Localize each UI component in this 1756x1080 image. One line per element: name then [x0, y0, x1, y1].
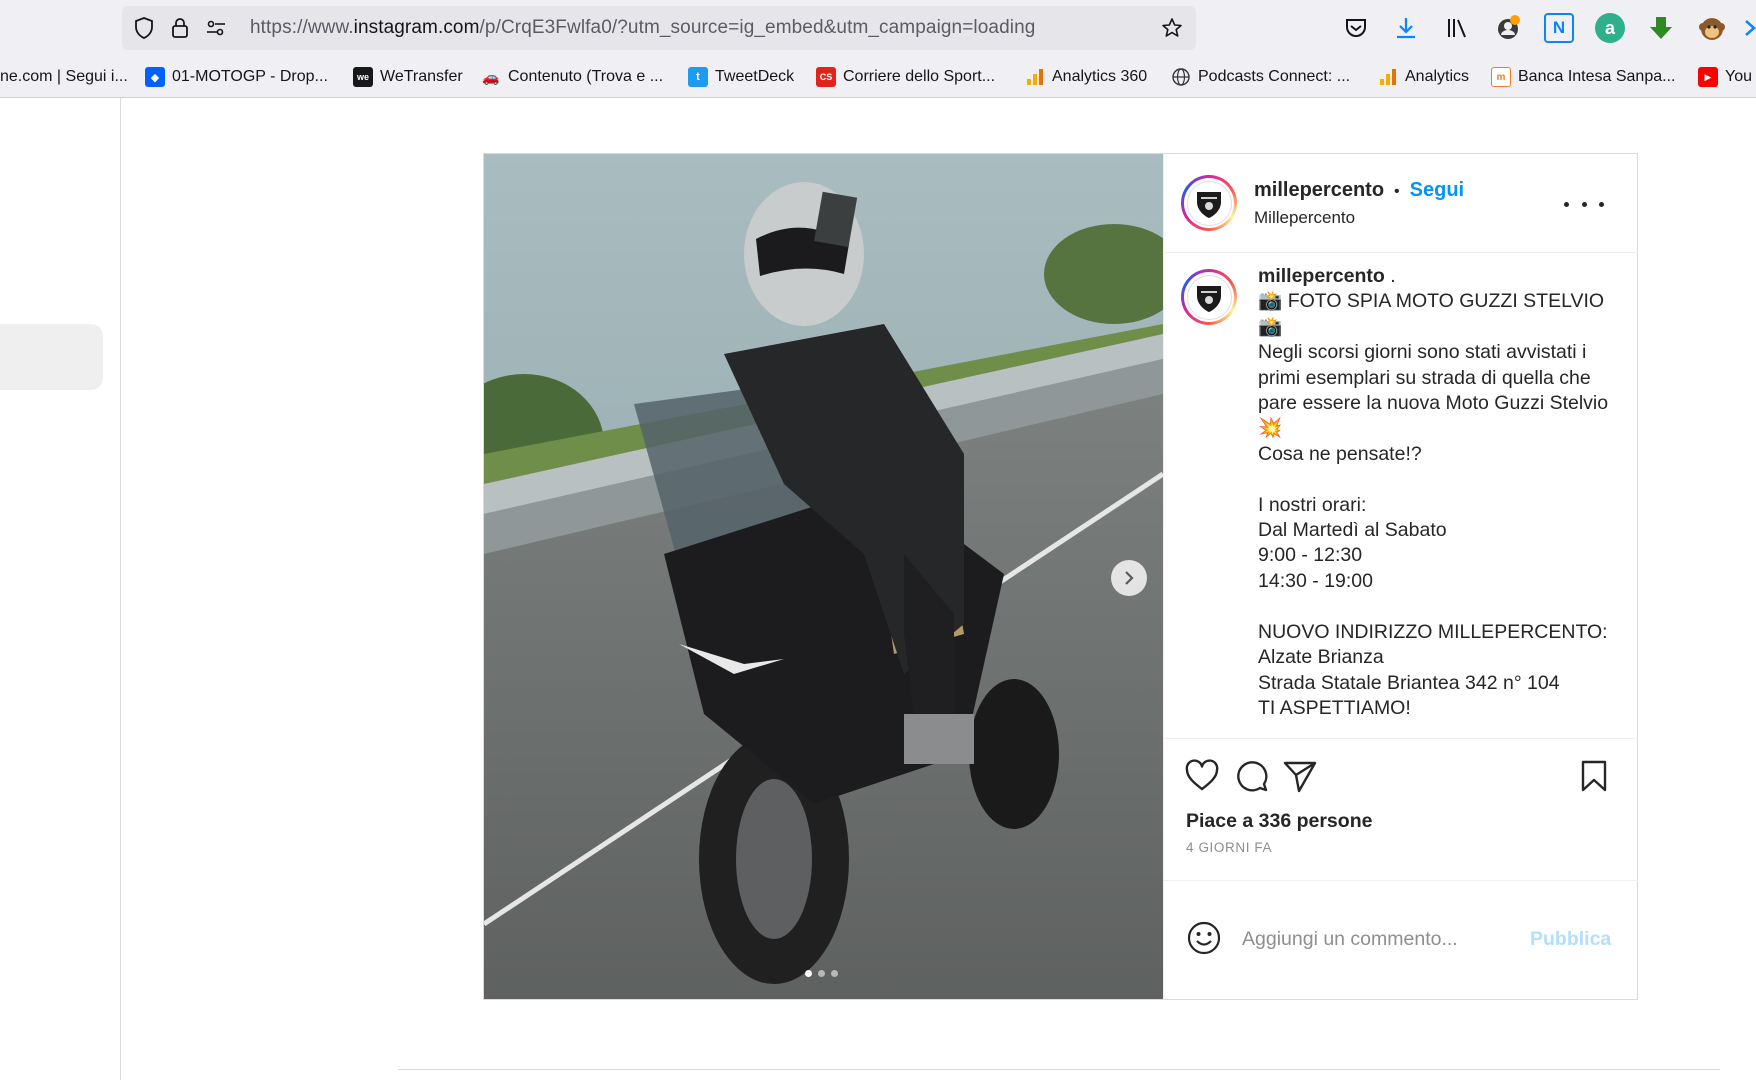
comment-input[interactable]	[1242, 922, 1512, 956]
bookmark-label: WeTransfer	[380, 68, 463, 85]
bookmark-item[interactable]: t TweetDeck	[688, 66, 794, 88]
carousel-dot	[818, 970, 825, 977]
post-side-panel: millepercento • Segui Millepercento mill…	[1163, 154, 1638, 999]
monkey-extension-icon[interactable]	[1697, 13, 1727, 43]
sidebar-placeholder[interactable]	[0, 324, 103, 390]
bookmark-item[interactable]: Podcasts Connect: ...	[1171, 66, 1350, 88]
bookmark-label: Corriere dello Sport...	[843, 68, 996, 85]
bookmark-item[interactable]: Analytics	[1378, 66, 1469, 88]
bookmark-label: ne.com | Segui i...	[0, 68, 128, 85]
permissions-icon[interactable]	[204, 16, 228, 40]
carousel-indicator	[805, 970, 838, 977]
follow-button[interactable]: Segui	[1410, 179, 1464, 202]
lock-icon[interactable]	[168, 16, 192, 40]
emoji-icon[interactable]	[1186, 920, 1222, 956]
carousel-next-button[interactable]	[1111, 560, 1147, 596]
notion-extension-icon[interactable]: N	[1544, 13, 1574, 43]
comment-section: Pubblica	[1164, 882, 1638, 999]
bookmarks-bar: ne.com | Segui i... ◆ 01-MOTOGP - Drop..…	[0, 58, 1756, 98]
caption-section: millepercento . 📸 FOTO SPIA MOTO GUZZI S…	[1164, 254, 1638, 739]
bookmark-label: Podcasts Connect: ...	[1198, 68, 1351, 85]
post-timestamp[interactable]: 4 GIORNI FA	[1186, 840, 1272, 855]
bookmark-label: 01-MOTOGP - Drop...	[172, 68, 328, 85]
youtube-icon: ▶	[1698, 67, 1718, 87]
bookmark-item[interactable]: Analytics 360	[1025, 66, 1147, 88]
wetransfer-icon: we	[353, 67, 373, 87]
bookmark-item[interactable]: CS Corriere dello Sport...	[816, 66, 995, 88]
page-content: millepercento • Segui Millepercento mill…	[0, 98, 1756, 1080]
green-download-extension-icon[interactable]	[1646, 13, 1676, 43]
library-icon[interactable]	[1442, 13, 1472, 43]
avatar[interactable]	[1181, 175, 1237, 231]
likes-count[interactable]: Piace a 336 persone	[1186, 810, 1372, 833]
bookmark-label: Banca Intesa Sanpa...	[1518, 68, 1676, 85]
pocket-icon[interactable]	[1341, 13, 1371, 43]
ellipsis-dot	[1581, 201, 1587, 207]
dropbox-icon: ◆	[145, 67, 165, 87]
post-header: millepercento • Segui Millepercento	[1164, 154, 1638, 253]
left-divider	[120, 98, 121, 1080]
caption-username[interactable]: millepercento	[1258, 265, 1385, 287]
twitter-icon: t	[688, 67, 708, 87]
url-prefix: https://www.	[250, 17, 354, 38]
carousel-dot-active	[805, 970, 812, 977]
account-icon[interactable]	[1493, 13, 1523, 43]
more-options-button[interactable]	[1564, 194, 1604, 214]
url-path: /p/CrqE3Fwlfa0/?utm_source=ig_embed&utm_…	[479, 17, 1036, 38]
url-bar[interactable]: https://www.instagram.com/p/CrqE3Fwlfa0/…	[122, 6, 1196, 50]
bookmark-item[interactable]: 🚗 Contenuto (Trova e ...	[481, 66, 663, 88]
bookmark-item[interactable]: ▶ You	[1698, 66, 1752, 88]
bank-icon: m	[1491, 67, 1511, 87]
bookmark-label: Contenuto (Trova e ...	[508, 68, 664, 85]
header-name-row: millepercento • Segui	[1254, 179, 1464, 202]
caption-body: 📸 FOTO SPIA MOTO GUZZI STELVIO 📸 Negli s…	[1258, 290, 1609, 719]
bookmark-item[interactable]: m Banca Intesa Sanpa...	[1491, 66, 1675, 88]
share-icon[interactable]	[1282, 758, 1318, 794]
instagram-embed: millepercento • Segui Millepercento mill…	[483, 153, 1638, 1000]
ellipsis-dot	[1599, 201, 1604, 207]
separator-dot: •	[1394, 183, 1400, 200]
post-caption: millepercento . 📸 FOTO SPIA MOTO GUZZI S…	[1258, 264, 1618, 721]
bookmark-item[interactable]: ◆ 01-MOTOGP - Drop...	[145, 66, 328, 88]
analytics-icon	[1380, 69, 1396, 85]
display-name: Millepercento	[1254, 208, 1356, 227]
bookmark-label: Analytics 360	[1052, 68, 1148, 85]
analytics-icon	[1027, 69, 1043, 85]
grammar-extension-icon[interactable]: a	[1595, 13, 1625, 43]
bookmark-item[interactable]: we WeTransfer	[353, 66, 463, 88]
caption-suffix: .	[1384, 265, 1396, 287]
bookmark-label: Analytics	[1405, 68, 1470, 85]
caption-avatar[interactable]	[1181, 269, 1237, 325]
ellipsis-dot	[1564, 201, 1569, 207]
bookmark-label: You	[1725, 68, 1752, 85]
shield-icon[interactable]	[132, 16, 156, 40]
car-icon: 🚗	[482, 68, 500, 85]
millepercento-logo-icon	[1186, 180, 1232, 226]
overflow-extension-icon[interactable]	[1744, 13, 1756, 43]
download-icon[interactable]	[1391, 13, 1421, 43]
post-photo[interactable]	[484, 154, 1163, 999]
globe-icon	[1172, 68, 1190, 86]
corriere-icon: CS	[816, 67, 836, 87]
browser-toolbar: https://www.instagram.com/p/CrqE3Fwlfa0/…	[0, 0, 1756, 58]
username-link[interactable]: millepercento	[1254, 179, 1384, 202]
millepercento-logo-icon	[1186, 274, 1232, 320]
comment-icon[interactable]	[1234, 758, 1270, 794]
bookmark-save-icon[interactable]	[1576, 758, 1612, 794]
bookmark-label: TweetDeck	[715, 68, 795, 85]
publish-button[interactable]: Pubblica	[1530, 928, 1611, 951]
carousel-dot	[831, 970, 838, 977]
post-actions: Piace a 336 persone 4 GIORNI FA	[1164, 740, 1638, 881]
bottom-divider	[398, 1069, 1720, 1070]
star-bookmark-icon[interactable]	[1160, 16, 1184, 40]
url-domain: instagram.com	[353, 17, 480, 38]
url-text[interactable]: https://www.instagram.com/p/CrqE3Fwlfa0/…	[250, 17, 1035, 39]
motorcycle-photo	[484, 154, 1163, 999]
heart-icon[interactable]	[1184, 758, 1220, 794]
chevron-right-icon	[1125, 571, 1134, 585]
bookmark-item[interactable]: ne.com | Segui i...	[0, 66, 128, 88]
